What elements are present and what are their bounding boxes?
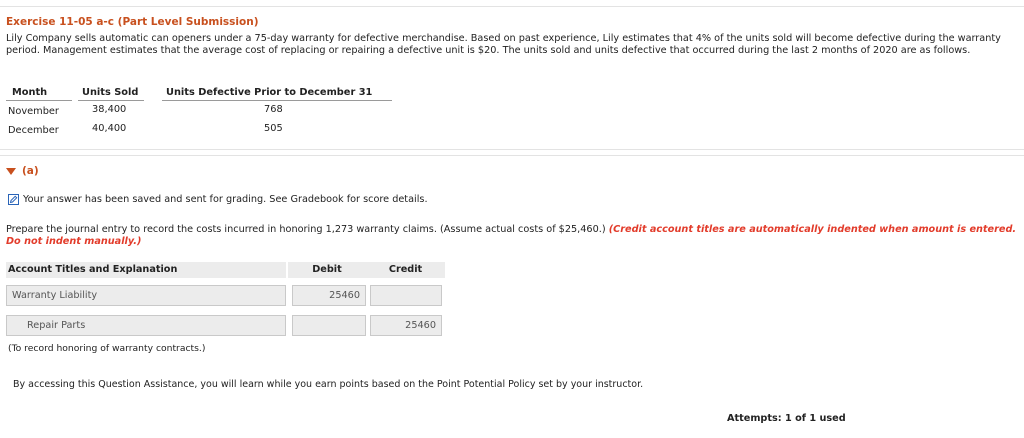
journal-header-debit: Debit: [288, 262, 366, 278]
row-units-defective: 505: [264, 123, 283, 134]
row-units-sold: 38,400: [92, 104, 127, 115]
credit-input[interactable]: [370, 285, 442, 306]
exercise-title: Exercise 11-05 a-c (Part Level Submissio…: [6, 16, 259, 28]
assistance-text: By accessing this Question Assistance, y…: [13, 379, 644, 390]
saved-message: Your answer has been saved and sent for …: [8, 194, 428, 205]
journal-explanation: (To record honoring of warranty contract…: [8, 343, 206, 354]
part-a-toggle[interactable]: (a): [6, 165, 39, 177]
section-divider: [0, 149, 1024, 150]
credit-input[interactable]: 25460: [370, 315, 442, 336]
debit-input[interactable]: 25460: [292, 285, 366, 306]
col-header-month: Month: [6, 86, 72, 101]
triangle-down-icon: [6, 167, 16, 175]
row-month: December: [8, 125, 59, 136]
attempts-counter: Attempts: 1 of 1 used: [727, 413, 846, 424]
account-input[interactable]: Warranty Liability: [6, 285, 286, 306]
instruction: Prepare the journal entry to record the …: [6, 224, 1020, 248]
journal-header-account: Account Titles and Explanation: [6, 262, 286, 278]
saved-message-text: Your answer has been saved and sent for …: [23, 194, 428, 205]
pencil-icon: [8, 194, 19, 205]
row-units-defective: 768: [264, 104, 283, 115]
row-month: November: [8, 106, 59, 117]
col-header-units-defective: Units Defective Prior to December 31: [162, 86, 392, 101]
col-header-units-sold: Units Sold: [78, 86, 144, 101]
row-units-sold: 40,400: [92, 123, 127, 134]
debit-input[interactable]: [292, 315, 366, 336]
part-a-label: (a): [22, 165, 39, 177]
account-input[interactable]: Repair Parts: [6, 315, 286, 336]
journal-header-credit: Credit: [366, 262, 445, 278]
section-divider: [0, 155, 1024, 156]
exercise-intro: Lily Company sells automatic can openers…: [6, 33, 1001, 56]
instruction-text: Prepare the journal entry to record the …: [6, 224, 606, 235]
top-divider: [0, 6, 1024, 7]
